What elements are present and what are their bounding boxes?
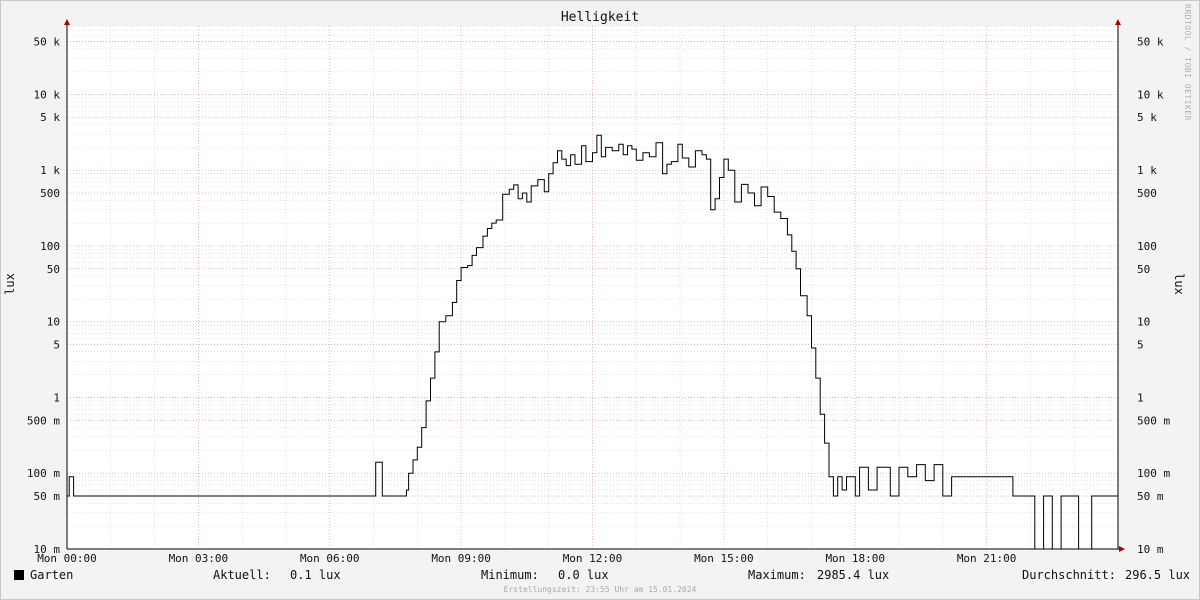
y-tick-label-right: 5 k [1137, 111, 1157, 124]
x-tick-label: Mon 03:00 [169, 552, 229, 565]
y-tick-label-right: 5 [1137, 339, 1144, 352]
x-tick-label: Mon 12:00 [563, 552, 623, 565]
legend-series-name: Garten [30, 568, 74, 582]
legend-min-value: 0.0 lux [558, 568, 609, 582]
y-tick-label-left: 500 m [27, 414, 60, 427]
y-tick-label-left: 1 k [40, 164, 60, 177]
x-tick-label: Mon 18:00 [825, 552, 885, 565]
y-tick-label-left: 50 [47, 263, 60, 276]
y-tick-label-left: 100 m [27, 467, 60, 480]
y-tick-label-left: 100 [40, 240, 60, 253]
y-tick-label-right: 500 [1137, 187, 1157, 200]
y-tick-label-right: 10 m [1137, 543, 1164, 556]
legend-current-label: Aktuell: [213, 568, 271, 582]
y-tick-label-left: 5 k [40, 111, 60, 124]
legend-max-label: Maximum: [748, 568, 806, 582]
y-tick-label-right: 100 [1137, 240, 1157, 253]
y-tick-label-right: 1 [1137, 391, 1144, 404]
x-tick-label: Mon 06:00 [300, 552, 360, 565]
y-tick-label-right: 100 m [1137, 467, 1170, 480]
y-tick-label-right: 1 k [1137, 164, 1157, 177]
y-tick-label-right: 50 [1137, 263, 1150, 276]
x-tick-label: Mon 15:00 [694, 552, 754, 565]
legend-max-value: 2985.4 lux [817, 568, 890, 582]
y-tick-label-right: 10 [1137, 316, 1150, 329]
x-axis-arrow [1119, 546, 1125, 552]
y-axis-arrow-left [64, 19, 70, 25]
y-tick-label-left: 5 [53, 339, 60, 352]
x-tick-label: Mon 21:00 [957, 552, 1017, 565]
y-tick-label-right: 500 m [1137, 414, 1170, 427]
legend-avg-value: 296.5 lux [1125, 568, 1191, 582]
chart-plot: 50 k 50 k 10 k 10 k 5 k 5 k 1 k 1 k 500 500 100 100… [27, 19, 1170, 565]
y-tick-label-right: 50 m [1137, 490, 1164, 503]
legend-swatch [14, 570, 24, 580]
legend-current-value: 0.1 lux [290, 568, 341, 582]
generation-timestamp: Erstellungszeit: 23:55 Uhr am 15.01.2024 [503, 585, 697, 594]
y-tick-label-left: 50 k [34, 35, 61, 48]
y-tick-label-left: 10 k [34, 88, 61, 101]
x-tick-label: Mon 00:00 [37, 552, 97, 565]
y-tick-label-left: 50 m [34, 490, 61, 503]
x-tick-label: Mon 09:00 [431, 552, 491, 565]
legend-min-label: Minimum: [481, 568, 539, 582]
y-tick-label-left: 1 [53, 391, 60, 404]
y-tick-label-right: 10 k [1137, 88, 1164, 101]
y-tick-label-right: 50 k [1137, 35, 1164, 48]
chart-legend: Garten Aktuell: 0.1 lux Minimum: 0.0 lux… [14, 568, 1190, 584]
y-tick-label-left: 10 [47, 316, 60, 329]
y-tick-label-left: 500 [40, 187, 60, 200]
y-axis-arrow-right [1115, 19, 1121, 25]
legend-avg-label: Durchschnitt: [1022, 568, 1116, 582]
